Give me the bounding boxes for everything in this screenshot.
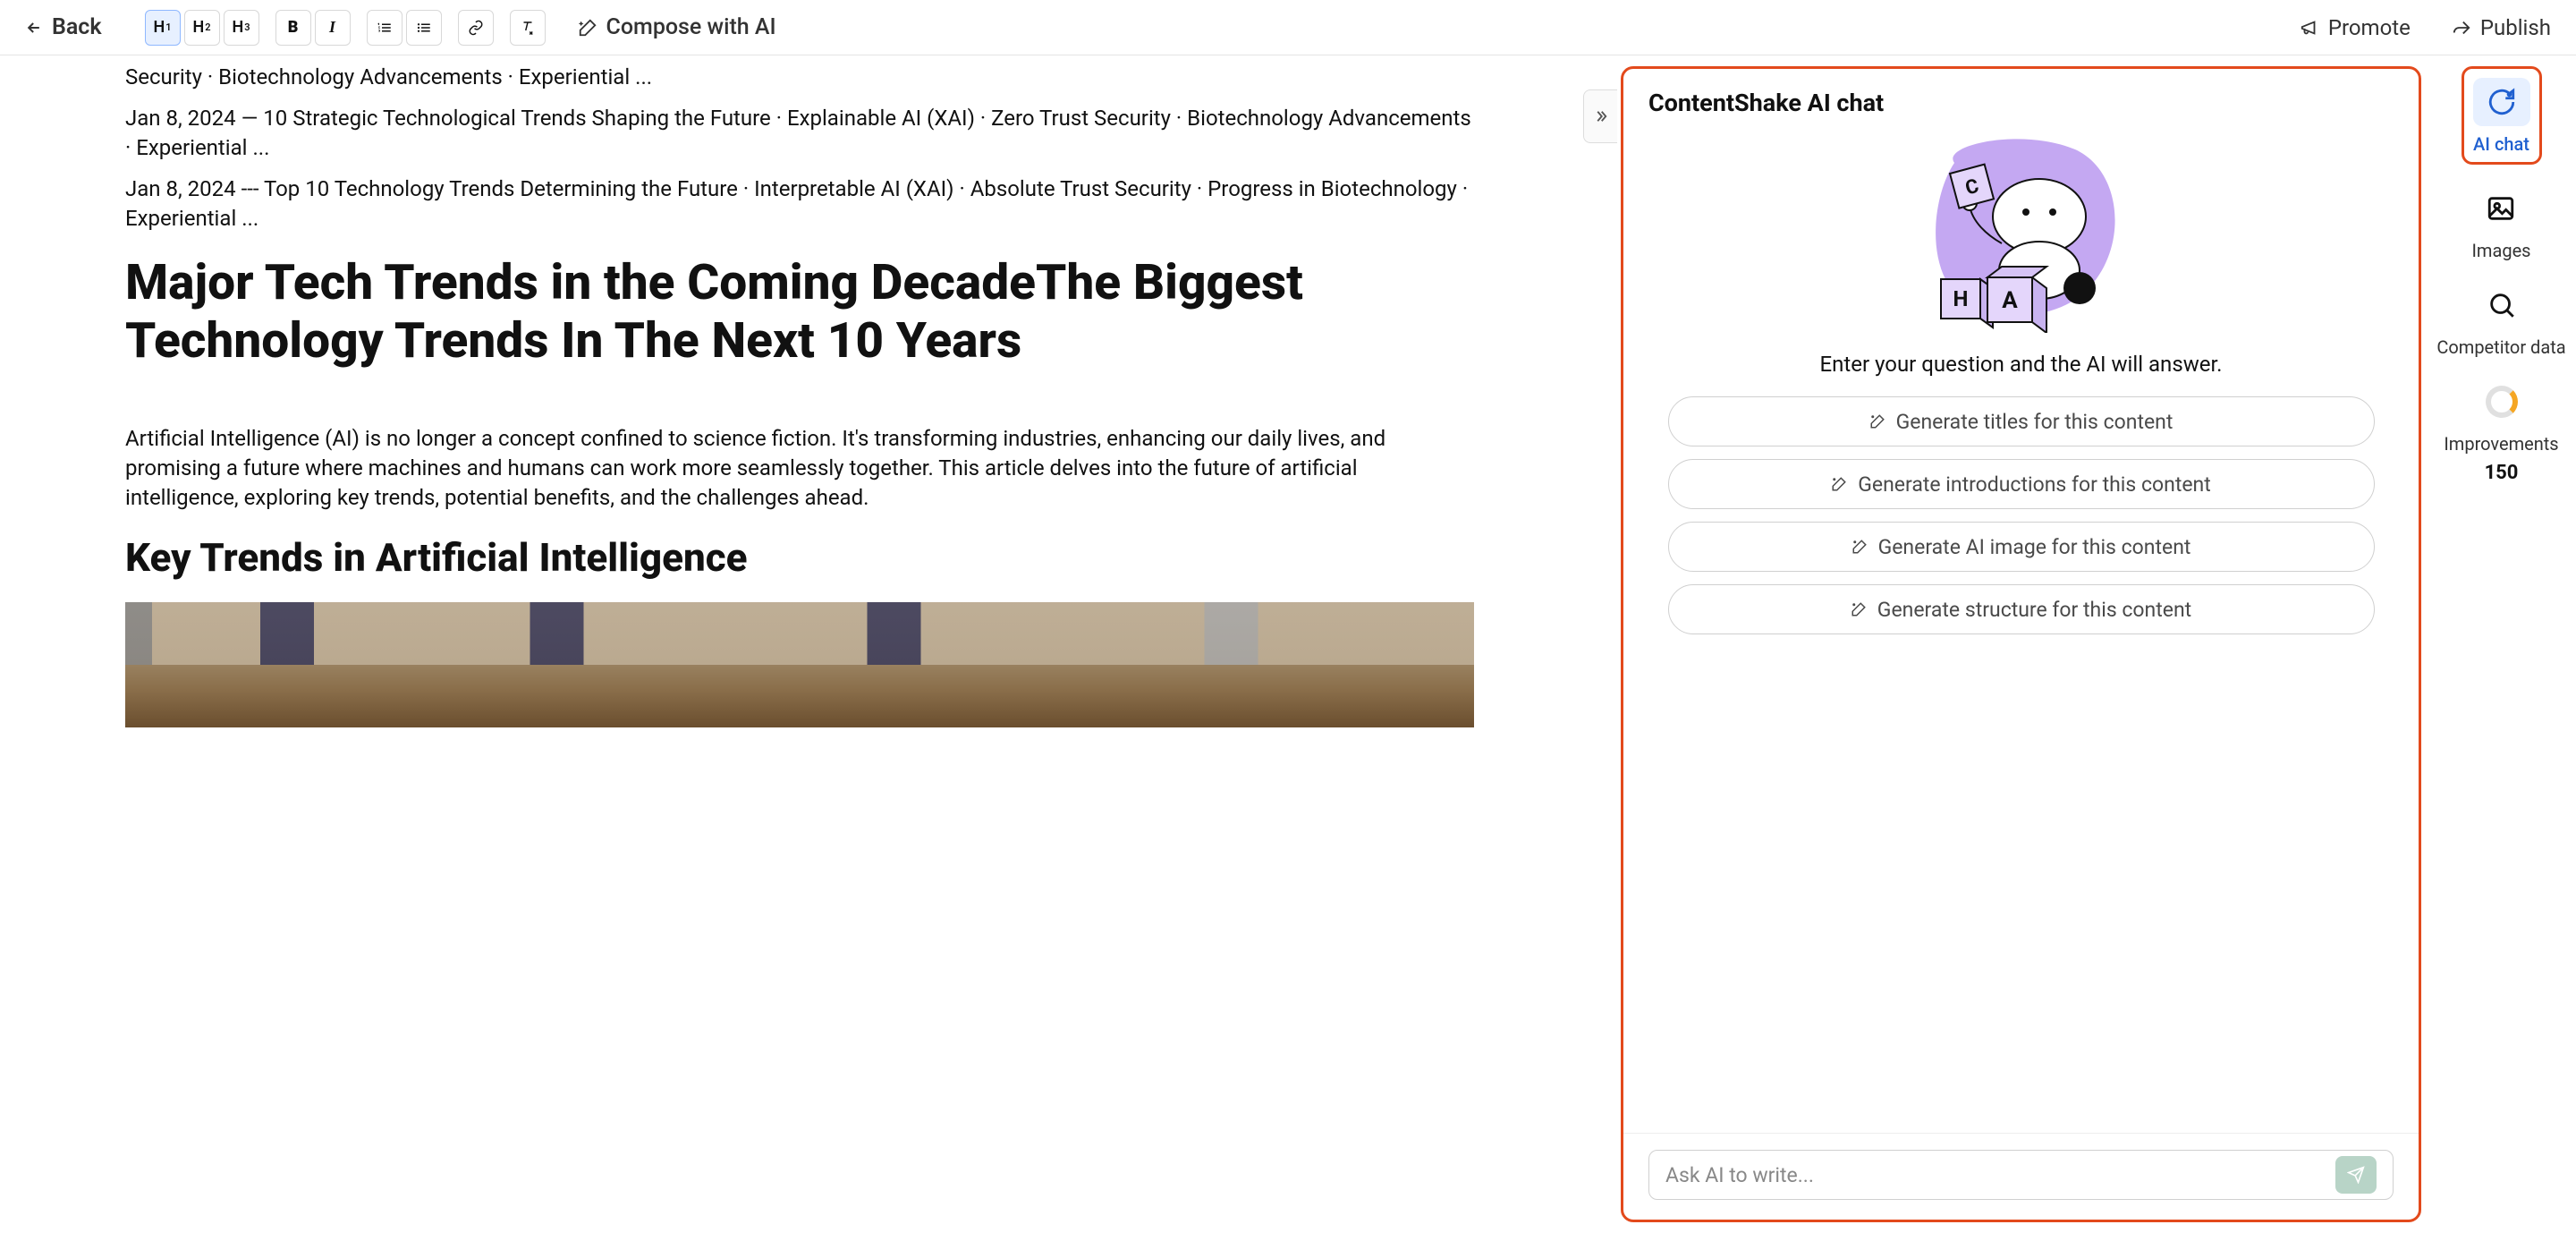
rail-competitor-data[interactable]: Competitor data [2436,281,2565,358]
send-icon [2347,1166,2365,1184]
toolbar: Back H1 H2 H3 B I Compose with AI Promot… [0,0,2576,55]
link-button[interactable] [458,10,494,46]
back-button[interactable]: Back [25,14,102,40]
publish-button[interactable]: Publish [2452,15,2551,40]
rail-improvements[interactable]: Improvements 150 [2444,378,2558,484]
list-group [367,10,442,46]
suggestion-generate-intros[interactable]: Generate introductions for this content [1668,459,2375,509]
chevron-double-right-icon [1593,108,1609,124]
article-h2: Key Trends in Artificial Intelligence [125,534,1474,581]
share-arrow-icon [2452,18,2471,38]
suggestion-generate-titles[interactable]: Generate titles for this content [1668,396,2375,446]
clear-format-button[interactable] [510,10,546,46]
publish-label: Publish [2480,15,2551,40]
promote-label: Promote [2328,15,2411,40]
article-image [125,602,1474,727]
svg-text:H: H [1953,286,1968,311]
back-label: Back [52,14,102,40]
suggestion-generate-image[interactable]: Generate AI image for this content [1668,522,2375,572]
clear-format-icon [520,20,536,36]
chat-title: ContentShake AI chat [1623,69,2419,126]
suggestion-label: Generate AI image for this content [1878,535,2191,559]
chat-subtitle: Enter your question and the AI will answ… [1820,352,2223,377]
search-snippet: Jan 8, 2024 — 10 Strategic Technological… [125,104,1474,162]
compose-ai-button[interactable]: Compose with AI [578,14,776,40]
ai-chat-panel: ContentShake AI chat C [1621,66,2421,1222]
editor-content[interactable]: Security · Biotechnology Advancements · … [0,55,1617,727]
send-button[interactable] [2335,1156,2377,1194]
magic-pen-icon [1852,539,1868,555]
ordered-list-button[interactable] [367,10,402,46]
svg-text:A: A [2002,287,2018,314]
format-group: B I [275,10,351,46]
rail-label: Competitor data [2436,336,2565,358]
megaphone-icon [2300,18,2319,38]
chat-input[interactable]: Ask AI to write... [1648,1150,2394,1200]
ordered-list-icon [377,20,393,36]
compose-label: Compose with AI [606,14,776,40]
promote-button[interactable]: Promote [2300,15,2411,40]
heading-group: H1 H2 H3 [145,10,259,46]
suggestion-generate-structure[interactable]: Generate structure for this content [1668,584,2375,634]
article-intro: Artificial Intelligence (AI) is no longe… [125,424,1474,513]
collapse-sidebar-button[interactable] [1583,89,1617,143]
suggestion-label: Generate structure for this content [1877,598,2191,622]
search-icon [2487,290,2517,320]
suggestion-label: Generate titles for this content [1896,410,2174,434]
image-icon [2486,193,2516,224]
robot-illustration: C H A [1901,132,2142,337]
italic-button[interactable]: I [315,10,351,46]
magic-pen-icon [1851,601,1867,617]
improvements-count: 150 [2485,462,2519,484]
right-rail: AI chat Images Competitor data Improveme… [2428,55,2576,1233]
suggestion-label: Generate introductions for this content [1858,472,2211,497]
chat-input-bar: Ask AI to write... [1623,1133,2419,1220]
chat-refresh-icon [2487,87,2517,117]
progress-spinner-icon [2486,386,2518,418]
h3-button[interactable]: H3 [224,10,259,46]
chat-placeholder: Ask AI to write... [1665,1163,1814,1187]
rail-label: AI chat [2473,133,2529,155]
search-snippet: Jan 8, 2024 --- Top 10 Technology Trends… [125,174,1474,233]
clear-group [510,10,546,46]
article-h1: Major Tech Trends in the Coming DecadeTh… [125,254,1474,370]
magic-pen-icon [1869,413,1885,429]
rail-label: Images [2471,240,2530,261]
editor-column: Security · Biotechnology Advancements · … [0,55,1617,1233]
rail-images[interactable]: Images [2471,184,2530,261]
h2-button[interactable]: H2 [184,10,220,46]
magic-pen-icon [1831,476,1847,492]
unordered-list-button[interactable] [406,10,442,46]
bold-button[interactable]: B [275,10,311,46]
link-group [458,10,494,46]
search-snippet: Security · Biotechnology Advancements · … [125,63,1474,91]
link-icon [468,20,484,36]
rail-label: Improvements [2444,433,2558,455]
h1-button[interactable]: H1 [145,10,181,46]
magic-pen-icon [578,18,597,38]
unordered-list-icon [416,20,432,36]
rail-ai-chat[interactable]: AI chat [2462,66,2542,165]
arrow-left-icon [25,19,43,37]
